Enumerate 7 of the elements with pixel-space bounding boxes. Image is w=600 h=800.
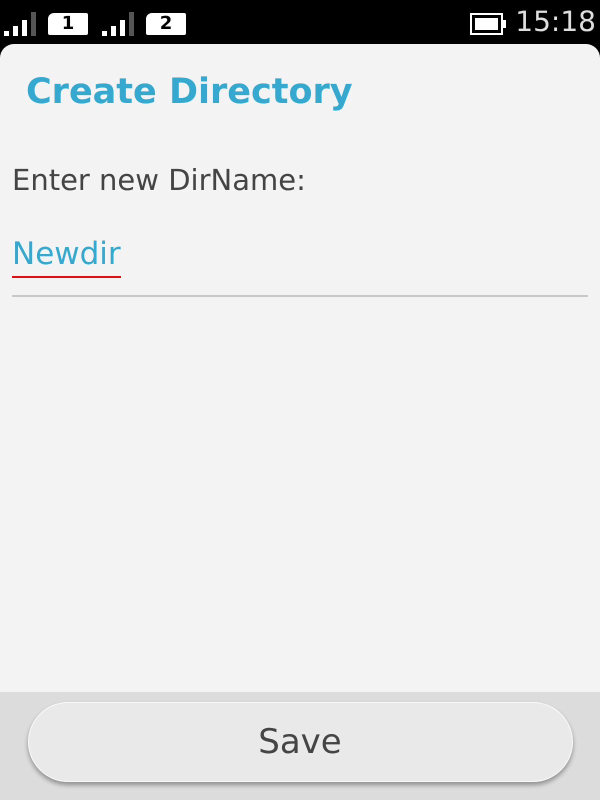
save-button[interactable]: Save: [28, 702, 572, 782]
sim-badge: 2: [146, 13, 186, 35]
field-label: Enter new DirName:: [12, 162, 307, 199]
clock-time: 15:18: [515, 4, 596, 40]
sim-badge: 1: [48, 13, 88, 35]
dialog-title: Create Directory: [25, 71, 354, 114]
battery-icon: [469, 12, 508, 36]
